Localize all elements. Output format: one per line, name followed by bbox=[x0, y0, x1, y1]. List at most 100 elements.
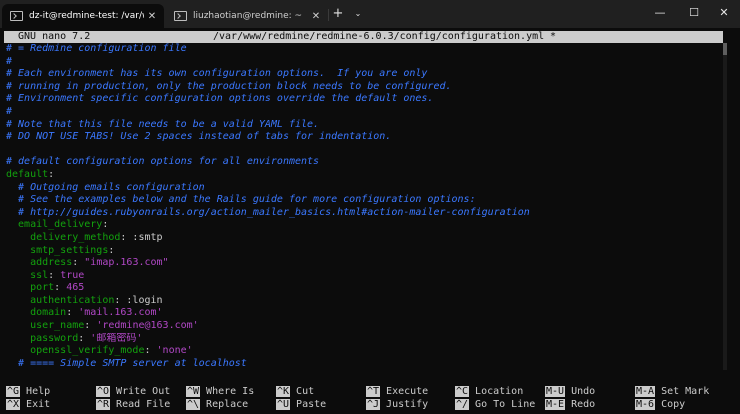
shortcut-label: Copy bbox=[661, 399, 686, 410]
nano-title-bar: GNU nano 7.2 /var/www/redmine/redmine-6.… bbox=[4, 31, 723, 43]
maximize-button[interactable]: ☐ bbox=[678, 0, 710, 28]
editor-line[interactable]: ssl: true bbox=[6, 270, 720, 283]
shortcut-key: ^X bbox=[6, 399, 21, 410]
close-tab-icon[interactable]: ✕ bbox=[308, 11, 324, 22]
editor-line[interactable]: authentication: :login bbox=[6, 295, 720, 308]
yaml-key: default bbox=[6, 168, 49, 180]
editor-line[interactable]: # DO NOT USE TABS! Use 2 spaces instead … bbox=[6, 131, 720, 144]
editor-line[interactable]: email_delivery: bbox=[6, 219, 720, 232]
editor-line[interactable]: smtp_settings: bbox=[6, 245, 720, 258]
minimize-button[interactable]: — bbox=[644, 0, 676, 28]
yaml-punct: : bbox=[54, 282, 67, 294]
editor-line[interactable]: address: "imap.163.com" bbox=[6, 257, 720, 270]
shortcut-label: Redo bbox=[571, 399, 596, 410]
shortcut-key: M-U bbox=[545, 386, 566, 397]
yaml-punct: : bbox=[48, 269, 61, 281]
shortcut-key: ^W bbox=[186, 386, 201, 397]
comment-text: # default configuration options for all … bbox=[6, 156, 320, 168]
editor-line[interactable]: # See the examples below and the Rails g… bbox=[6, 194, 720, 207]
new-tab-button[interactable]: + bbox=[331, 7, 345, 21]
editor-line[interactable]: # running in production, only the produc… bbox=[6, 81, 720, 94]
shortcut-key: M-A bbox=[635, 386, 656, 397]
modified-indicator: * bbox=[550, 31, 557, 42]
comment-text: # Note that this file needs to be a vali… bbox=[6, 118, 320, 130]
editor-line[interactable]: # http://guides.rubyonrails.org/action_m… bbox=[6, 207, 720, 220]
yaml-punct: : bbox=[84, 320, 97, 332]
editor-line[interactable]: # Outgoing emails configuration bbox=[6, 182, 720, 195]
shortcut-key: ^R bbox=[96, 399, 111, 410]
editor-line[interactable]: # Note that this file needs to be a vali… bbox=[6, 119, 720, 132]
yaml-punct: : bbox=[78, 332, 91, 344]
shortcut-item: M-6 Copy bbox=[635, 398, 685, 411]
editor-line[interactable]: # bbox=[6, 56, 720, 69]
shortcut-label: Undo bbox=[571, 386, 596, 397]
yaml-punct: : bbox=[108, 244, 115, 256]
yaml-punct: : bbox=[72, 257, 85, 269]
editor-line[interactable]: openssl_verify_mode: 'none' bbox=[6, 345, 720, 358]
yaml-key: smtp_settings bbox=[6, 244, 109, 256]
shortcut-key: M-E bbox=[545, 399, 566, 410]
yaml-value: "imap.163.com" bbox=[84, 257, 169, 269]
yaml-key: openssl_verify_mode bbox=[6, 345, 145, 357]
yaml-punct: : bbox=[144, 345, 157, 357]
editor-line[interactable]: port: 465 bbox=[6, 282, 720, 295]
close-window-button[interactable]: ✕ bbox=[708, 0, 740, 28]
terminal-icon bbox=[174, 11, 187, 21]
comment-text: # bbox=[6, 105, 13, 117]
tab-active[interactable]: dz-it@redmine-test: /var/www ✕ bbox=[2, 4, 164, 28]
yaml-value: '邮箱密码' bbox=[90, 332, 143, 344]
editor-line[interactable]: user_name: 'redmine@163.com' bbox=[6, 320, 720, 333]
shortcut-item: ^R Read File bbox=[96, 398, 170, 411]
comment-text: # Outgoing emails configuration bbox=[6, 181, 205, 193]
editor-text-area[interactable]: # = Redmine configuration file # # Each en… bbox=[6, 43, 720, 370]
close-tab-icon[interactable]: ✕ bbox=[144, 11, 160, 22]
shortcut-help-bar: ^G Help ^X Exit ^O Write Out ^R Read File ^W Wher… bbox=[6, 385, 720, 411]
yaml-key: user_name bbox=[6, 320, 85, 332]
nano-version: GNU nano 7.2 bbox=[18, 31, 91, 42]
editor-line[interactable]: # bbox=[6, 106, 720, 119]
tab-dropdown-icon[interactable]: ⌄ bbox=[352, 9, 364, 18]
yaml-value: 465 bbox=[66, 282, 85, 294]
yaml-punct: : bbox=[102, 219, 109, 231]
shortcut-item: M-E Redo bbox=[545, 398, 595, 411]
yaml-key: port bbox=[6, 282, 55, 294]
tab-bar: dz-it@redmine-test: /var/www ✕ liuzhaoti… bbox=[0, 0, 740, 28]
editor-line[interactable]: delivery_method: :smtp bbox=[6, 232, 720, 245]
shortcut-label: Write Out bbox=[116, 386, 171, 397]
shortcut-label: Paste bbox=[296, 399, 327, 410]
editor-line[interactable]: # ==== Simple SMTP server at localhost bbox=[6, 358, 720, 371]
comment-text: # Each environment has its own configura… bbox=[6, 68, 428, 80]
tab-divider bbox=[328, 9, 329, 21]
shortcut-label: Go To Line bbox=[475, 399, 536, 410]
comment-text: # Environment specific configuration opt… bbox=[6, 93, 434, 105]
editor-line[interactable]: # Environment specific configuration opt… bbox=[6, 93, 720, 106]
editor-line[interactable]: # = Redmine configuration file bbox=[6, 43, 720, 56]
yaml-punct: : bbox=[66, 307, 79, 319]
editor-line[interactable]: # Each environment has its own configura… bbox=[6, 68, 720, 81]
shortcut-label: Execute bbox=[386, 386, 429, 397]
editor-line[interactable]: password: '邮箱密码' bbox=[6, 333, 720, 346]
yaml-key: ssl bbox=[6, 269, 49, 281]
shortcut-key: ^\ bbox=[186, 399, 201, 410]
editor-line[interactable] bbox=[6, 144, 720, 157]
editor-line[interactable]: default: bbox=[6, 169, 720, 182]
file-path: /var/www/redmine/redmine-6.0.3/config/co… bbox=[213, 31, 545, 42]
editor-line[interactable]: # default configuration options for all … bbox=[6, 156, 720, 169]
scrollbar-thumb[interactable] bbox=[723, 43, 727, 55]
shortcut-key: ^O bbox=[96, 386, 111, 397]
shortcut-label: Location bbox=[475, 386, 524, 397]
tab-inactive[interactable]: liuzhaotian@redmine: ~ ✕ bbox=[166, 4, 328, 28]
shortcut-item: ^G Help bbox=[6, 385, 50, 398]
shortcut-label: Replace bbox=[206, 399, 249, 410]
shortcut-item: ^X Exit bbox=[6, 398, 50, 411]
scrollbar[interactable] bbox=[723, 43, 727, 370]
shortcut-label: Justify bbox=[386, 399, 429, 410]
yaml-punct: : :smtp bbox=[120, 231, 163, 243]
editor-line[interactable]: domain: 'mail.163.com' bbox=[6, 307, 720, 320]
terminal-icon bbox=[10, 11, 23, 21]
comment-text: # http://guides.rubyonrails.org/action_m… bbox=[6, 206, 530, 218]
yaml-key: password bbox=[6, 332, 79, 344]
shortcut-label: Where Is bbox=[206, 386, 255, 397]
shortcut-label: Set Mark bbox=[661, 386, 710, 397]
yaml-value: 'mail.163.com' bbox=[78, 307, 163, 319]
